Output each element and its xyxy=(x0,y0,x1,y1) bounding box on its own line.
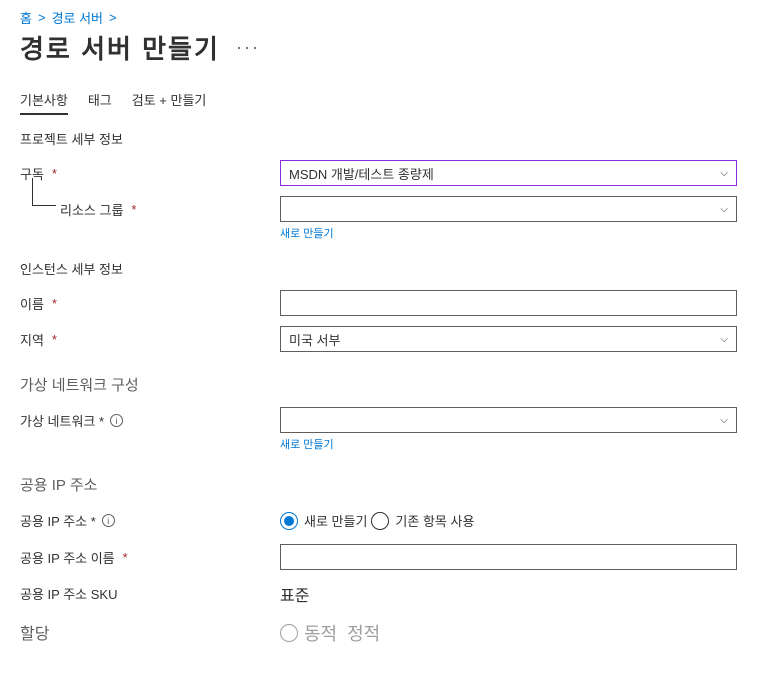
required-indicator: * xyxy=(52,332,57,347)
radio-circle-icon xyxy=(280,624,298,642)
row-name: 이름 * xyxy=(20,290,737,316)
indent-connector xyxy=(32,178,56,206)
row-public-ip-name: 공용 IP 주소 이름 * xyxy=(20,544,737,570)
label-subscription: 구독 * xyxy=(20,160,280,183)
public-ip-name-input[interactable] xyxy=(280,544,737,570)
chevron-down-icon: ⌵ xyxy=(720,415,728,426)
label-region: 지역 * xyxy=(20,326,280,349)
row-region: 지역 * 미국 서부 ⌵ xyxy=(20,326,737,352)
resource-group-select[interactable]: ⌵ xyxy=(280,196,737,222)
name-input[interactable] xyxy=(280,290,737,316)
info-icon[interactable]: i xyxy=(102,514,115,527)
required-indicator: * xyxy=(131,202,136,217)
public-ip-sku-value: 표준 xyxy=(280,580,737,606)
breadcrumb-home[interactable]: 홈 xyxy=(20,8,32,27)
label-assignment: 할당 xyxy=(20,616,280,644)
chevron-down-icon: ⌵ xyxy=(720,204,728,215)
section-public-ip: 공용 IP 주소 xyxy=(20,474,737,495)
label-vnet: 가상 네트워크 * i xyxy=(20,407,280,430)
radio-dynamic: 동적 xyxy=(280,620,337,646)
subscription-select[interactable]: MSDN 개발/테스트 종량제 ⌵ xyxy=(280,160,737,186)
vnet-select[interactable]: ⌵ xyxy=(280,407,737,433)
radio-static: 정적 xyxy=(347,620,380,646)
radio-create-new[interactable]: 새로 만들기 xyxy=(280,511,367,530)
tab-basic[interactable]: 기본사항 xyxy=(20,90,68,115)
row-public-ip-sku: 공용 IP 주소 SKU 표준 xyxy=(20,580,737,606)
radio-circle-icon xyxy=(280,512,298,530)
label-public-ip-name: 공용 IP 주소 이름 * xyxy=(20,544,280,567)
section-project-details: 프로젝트 세부 정보 xyxy=(20,129,737,148)
label-name: 이름 * xyxy=(20,290,280,313)
more-actions-icon[interactable]: ··· xyxy=(236,37,260,58)
row-vnet: 가상 네트워크 * i ⌵ 새로 만들기 xyxy=(20,407,737,452)
label-public-ip: 공용 IP 주소 * i xyxy=(20,507,280,530)
row-subscription: 구독 * MSDN 개발/테스트 종량제 ⌵ xyxy=(20,160,737,186)
breadcrumb: 홈 > 경로 서버 > xyxy=(20,8,737,27)
assignment-radio-group: 동적 정적 xyxy=(280,616,737,646)
page-title-row: 경로 서버 만들기 ··· xyxy=(20,29,737,66)
tab-review-create[interactable]: 검토 + 만들기 xyxy=(132,90,207,115)
section-vnet-config: 가상 네트워크 구성 xyxy=(20,374,737,395)
row-public-ip: 공용 IP 주소 * i 새로 만들기 기존 항목 사용 xyxy=(20,507,737,530)
tab-tags[interactable]: 태그 xyxy=(88,90,112,115)
radio-use-existing[interactable]: 기존 항목 사용 xyxy=(371,511,474,530)
breadcrumb-separator: > xyxy=(109,10,117,25)
required-indicator: * xyxy=(123,550,128,565)
public-ip-radio-group: 새로 만들기 기존 항목 사용 xyxy=(280,507,737,530)
chevron-down-icon: ⌵ xyxy=(720,168,728,179)
radio-circle-icon xyxy=(371,512,389,530)
region-select[interactable]: 미국 서부 ⌵ xyxy=(280,326,737,352)
section-instance-details: 인스턴스 세부 정보 xyxy=(20,259,737,278)
page-title: 경로 서버 만들기 xyxy=(20,29,220,66)
label-public-ip-sku: 공용 IP 주소 SKU xyxy=(20,580,280,603)
chevron-down-icon: ⌵ xyxy=(720,334,728,345)
breadcrumb-route-server[interactable]: 경로 서버 xyxy=(52,8,103,27)
row-resource-group: 리소스 그룹 * ⌵ 새로 만들기 xyxy=(20,196,737,241)
create-new-resource-group-link[interactable]: 새로 만들기 xyxy=(280,225,334,241)
create-new-vnet-link[interactable]: 새로 만들기 xyxy=(280,436,334,452)
info-icon[interactable]: i xyxy=(110,414,123,427)
tabs: 기본사항 태그 검토 + 만들기 xyxy=(20,90,737,115)
required-indicator: * xyxy=(52,296,57,311)
breadcrumb-separator: > xyxy=(38,10,46,25)
label-resource-group: 리소스 그룹 * xyxy=(20,196,280,219)
row-assignment: 할당 동적 정적 xyxy=(20,616,737,646)
